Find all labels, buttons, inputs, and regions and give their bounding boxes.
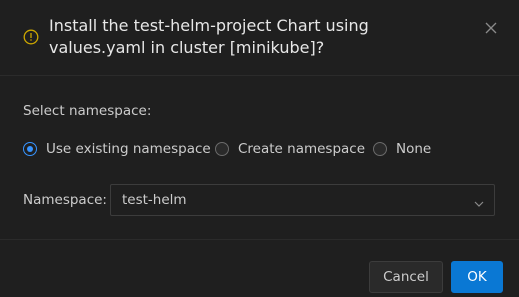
radio-none[interactable]: None	[373, 140, 431, 158]
radio-label: None	[396, 141, 432, 157]
select-namespace-label: Select namespace:	[23, 103, 152, 119]
dialog-body: Select namespace: Use existing namespace…	[0, 76, 519, 239]
warning-icon	[23, 29, 39, 45]
radio-button[interactable]	[215, 142, 229, 156]
close-button[interactable]	[482, 19, 500, 37]
radio-use-existing-namespace[interactable]: Use existing namespace	[23, 140, 211, 158]
namespace-field-label: Namespace:	[23, 192, 107, 208]
radio-button[interactable]	[373, 142, 387, 156]
radio-button-checked[interactable]	[23, 142, 37, 156]
close-icon	[485, 19, 497, 38]
chevron-down-icon	[473, 195, 485, 207]
ok-button[interactable]: OK	[451, 261, 503, 293]
cancel-button[interactable]: Cancel	[369, 261, 443, 293]
dialog-title: Install the test-helm-project Chart usin…	[49, 16, 369, 57]
namespace-select[interactable]: test-helm	[110, 184, 495, 216]
radio-label: Use existing namespace	[46, 141, 211, 157]
namespace-select-value: test-helm	[122, 192, 187, 208]
radio-create-namespace[interactable]: Create namespace	[215, 140, 365, 158]
install-chart-dialog: Install the test-helm-project Chart usin…	[0, 0, 519, 297]
radio-label: Create namespace	[238, 141, 366, 157]
footer-divider	[0, 239, 519, 240]
dialog-header: Install the test-helm-project Chart usin…	[0, 0, 519, 76]
